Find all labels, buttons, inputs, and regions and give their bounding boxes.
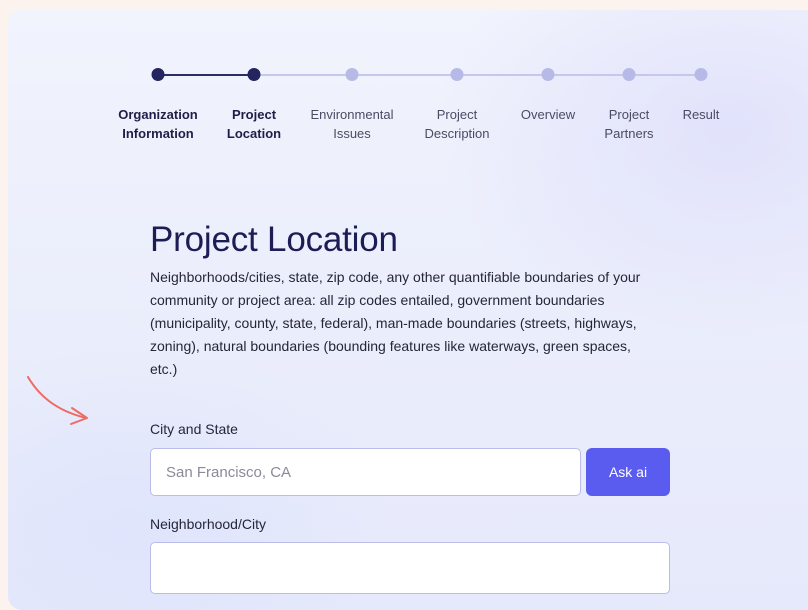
city-state-label: City and State (150, 421, 238, 437)
ask-ai-button[interactable]: Ask ai (586, 448, 670, 496)
step-dot-overview[interactable] (541, 68, 555, 81)
step-dot-result[interactable] (694, 68, 708, 81)
stepper-progress-line (158, 74, 254, 76)
step-dot-environmental-issues[interactable] (345, 68, 359, 81)
step-dot-project-description[interactable] (450, 68, 464, 81)
step-label-environmental-issues[interactable]: Environmental Issues (297, 105, 407, 143)
step-dot-project-partners[interactable] (622, 68, 636, 81)
annotation-arrow-icon (27, 376, 88, 425)
page-title: Project Location (150, 220, 398, 259)
step-dot-organization-information[interactable] (151, 68, 165, 81)
city-state-input[interactable] (150, 448, 581, 496)
neighborhood-city-input[interactable] (150, 542, 670, 594)
step-label-result[interactable]: Result (646, 105, 756, 124)
step-dot-project-location[interactable] (247, 68, 261, 81)
step-label-project-location[interactable]: Project Location (199, 105, 309, 143)
neighborhood-city-label: Neighborhood/City (150, 516, 266, 532)
step-label-organization-information[interactable]: Organization Information (103, 105, 213, 143)
page-description: Neighborhoods/cities, state, zip code, a… (150, 269, 641, 377)
